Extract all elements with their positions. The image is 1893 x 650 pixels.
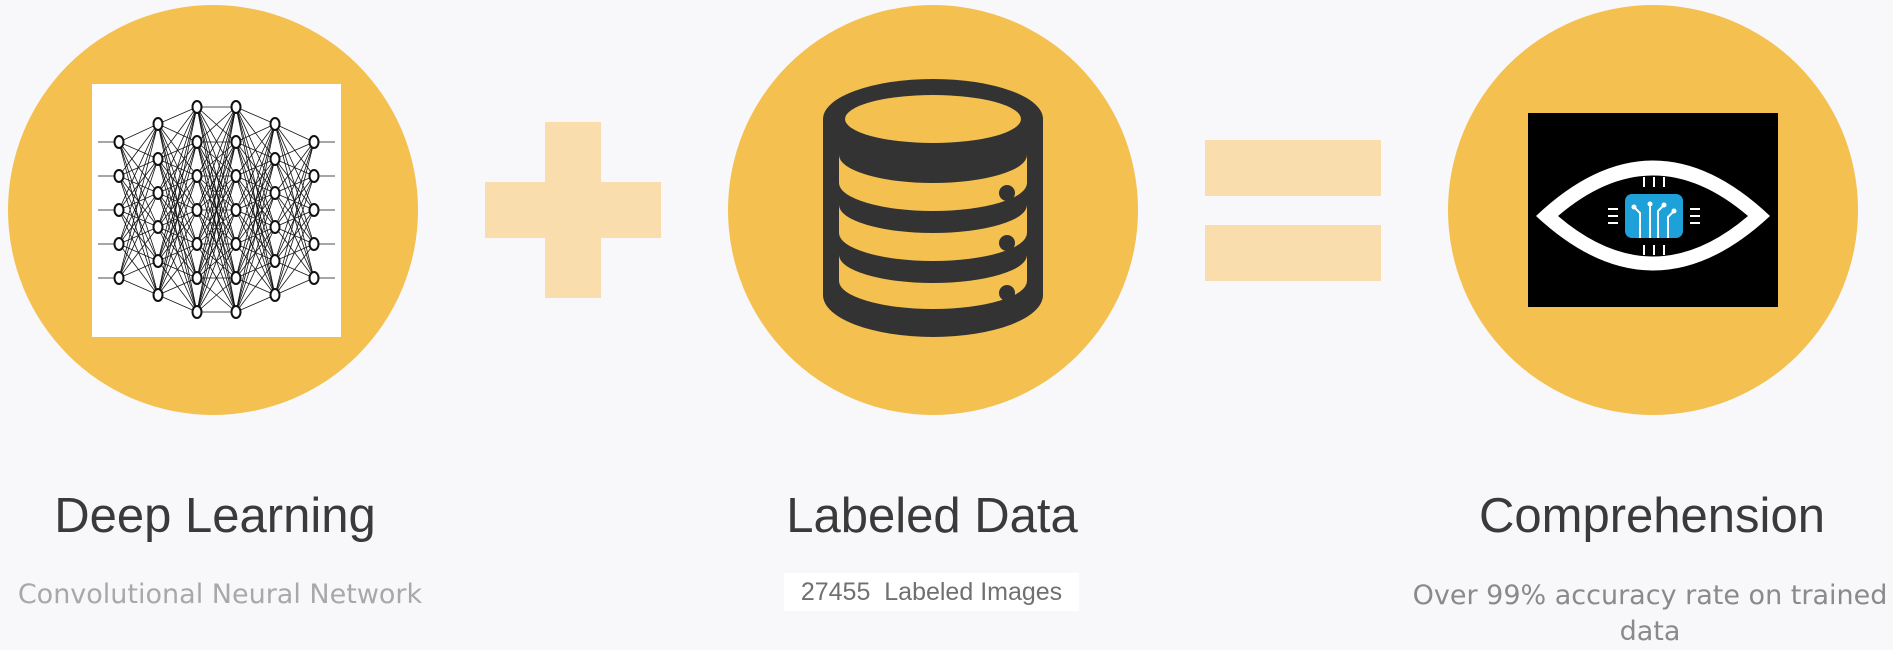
neuron-node xyxy=(152,152,164,166)
neuron-node xyxy=(113,169,125,183)
neuron-node xyxy=(152,220,164,234)
neuron-node xyxy=(230,237,242,251)
plus-horizontal-bar xyxy=(485,182,661,238)
neuron-node xyxy=(230,135,242,149)
neuron-node xyxy=(308,237,320,251)
neuron-node xyxy=(269,220,281,234)
deep-learning-title: Deep Learning xyxy=(54,489,376,543)
labeled-data-subtitle: 27455 Labeled Images xyxy=(784,573,1079,611)
neuron-node xyxy=(230,100,242,114)
neuron-node xyxy=(191,203,203,217)
labeled-data-title: Labeled Data xyxy=(786,489,1078,543)
neuron-node xyxy=(152,186,164,200)
neuron-node xyxy=(191,135,203,149)
neuron-node xyxy=(230,169,242,183)
database-icon xyxy=(823,79,1043,337)
db-indicator-dot xyxy=(999,285,1015,301)
comprehension-subtitle: Over 99% accuracy rate on trained data xyxy=(1412,580,1888,647)
neuron-node xyxy=(308,169,320,183)
neuron-node xyxy=(191,100,203,114)
labeled-images-count: 27455 xyxy=(800,578,871,606)
neuron-node xyxy=(269,288,281,302)
neuron-node xyxy=(191,271,203,285)
neuron-node xyxy=(152,117,164,131)
equals-bottom-bar xyxy=(1205,225,1381,281)
neuron-node xyxy=(269,254,281,268)
comprehension-title: Comprehension xyxy=(1479,489,1825,543)
neuron-node xyxy=(113,135,125,149)
neuron-node xyxy=(308,271,320,285)
neural-network-icon xyxy=(98,100,335,319)
neuron-node xyxy=(113,271,125,285)
neural-network-image xyxy=(92,84,341,337)
equals-top-bar xyxy=(1205,140,1381,196)
neuron-node xyxy=(191,305,203,319)
neuron-node xyxy=(230,271,242,285)
neuron-node xyxy=(308,135,320,149)
neuron-node xyxy=(191,237,203,251)
neuron-node xyxy=(152,288,164,302)
neuron-node xyxy=(152,254,164,268)
ai-eye-icon xyxy=(1536,160,1770,271)
labeled-images-label: Labeled Images xyxy=(884,578,1063,606)
neuron-node xyxy=(230,305,242,319)
neuron-node xyxy=(230,203,242,217)
neuron-node xyxy=(191,169,203,183)
neuron-node xyxy=(113,237,125,251)
neuron-node xyxy=(308,203,320,217)
neuron-node xyxy=(269,152,281,166)
neuron-node xyxy=(269,186,281,200)
ai-eye-image xyxy=(1528,113,1778,307)
db-indicator-dot xyxy=(999,235,1015,251)
neuron-node xyxy=(269,117,281,131)
db-indicator-dot xyxy=(999,185,1015,201)
neuron-node xyxy=(113,203,125,217)
chip-icon xyxy=(1625,194,1683,238)
deep-learning-subtitle: Convolutional Neural Network xyxy=(17,579,423,610)
